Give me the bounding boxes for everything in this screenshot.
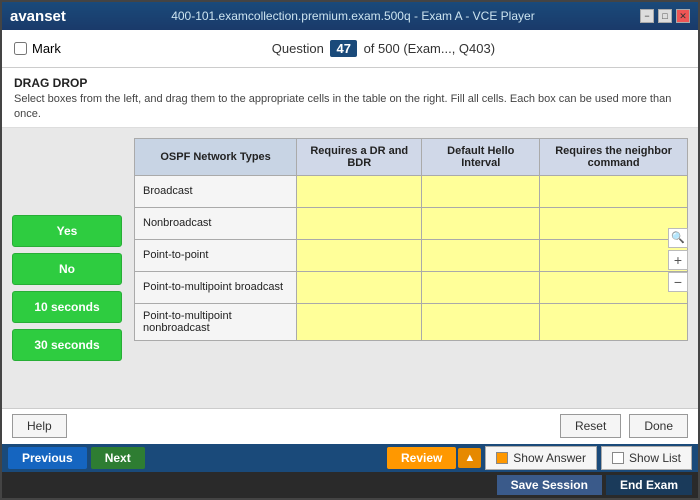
maximize-button[interactable]: □ — [658, 9, 672, 23]
row-label-ptp: Point-to-point — [135, 239, 297, 271]
question-number: 47 — [330, 40, 356, 57]
window-title: 400-101.examcollection.premium.exam.500q… — [171, 9, 535, 23]
answer-options-panel: Yes No 10 seconds 30 seconds — [12, 138, 122, 398]
previous-button[interactable]: Previous — [8, 447, 87, 469]
answer-option-10s[interactable]: 10 seconds — [12, 291, 122, 323]
question-area: DRAG DROP Select boxes from the left, an… — [2, 68, 698, 128]
drop-cell[interactable] — [540, 271, 688, 303]
show-list-button[interactable]: Show List — [601, 446, 692, 470]
drop-cell[interactable] — [297, 207, 422, 239]
question-type: DRAG DROP — [14, 76, 686, 90]
question-info: Question 47 of 500 (Exam..., Q403) — [81, 40, 686, 57]
close-button[interactable]: ✕ — [676, 9, 690, 23]
drop-cell[interactable] — [540, 303, 688, 340]
drop-cell[interactable] — [297, 303, 422, 340]
minimize-button[interactable]: − — [640, 9, 654, 23]
mark-label: Mark — [32, 41, 61, 56]
show-answer-label: Show Answer — [513, 451, 586, 465]
answer-option-no[interactable]: No — [12, 253, 122, 285]
review-arrow-button[interactable]: ▲ — [458, 448, 481, 468]
show-list-checkbox — [612, 452, 624, 464]
row-label-ptmp-nonbroadcast: Point-to-multipoint nonbroadcast — [135, 303, 297, 340]
end-exam-button[interactable]: End Exam — [606, 475, 692, 495]
logo-text: avan — [10, 8, 44, 25]
row-label-ptmp-broadcast: Point-to-multipoint broadcast — [135, 271, 297, 303]
drop-cell[interactable] — [540, 207, 688, 239]
title-bar: avanset 400-101.examcollection.premium.e… — [2, 2, 698, 30]
drop-table-container: OSPF Network Types Requires a DR and BDR… — [134, 138, 688, 398]
drop-cell[interactable] — [422, 271, 540, 303]
question-of: of 500 (Exam..., Q403) — [364, 41, 496, 56]
drop-cell[interactable] — [540, 239, 688, 271]
drop-table: OSPF Network Types Requires a DR and BDR… — [134, 138, 688, 341]
table-row: Broadcast — [135, 175, 688, 207]
header-row: Mark Question 47 of 500 (Exam..., Q403) — [2, 30, 698, 68]
question-instruction: Select boxes from the left, and drag the… — [14, 92, 686, 123]
zoom-controls: 🔍 + − — [668, 228, 688, 292]
answer-option-yes[interactable]: Yes — [12, 215, 122, 247]
drop-cell[interactable] — [422, 207, 540, 239]
action-bar: Save Session End Exam — [2, 472, 698, 498]
right-buttons: Reset Done — [560, 414, 688, 438]
answer-option-30s[interactable]: 30 seconds — [12, 329, 122, 361]
nav-bar: Previous Next Review ▲ Show Answer Show … — [2, 444, 698, 472]
mark-checkbox[interactable] — [14, 42, 27, 55]
drop-cell[interactable] — [422, 175, 540, 207]
question-label: Question — [272, 41, 324, 56]
drop-cell[interactable] — [540, 175, 688, 207]
drop-cell[interactable] — [297, 175, 422, 207]
drag-drop-layout: Yes No 10 seconds 30 seconds OSPF Networ… — [12, 138, 688, 398]
col-header-neighbor: Requires the neighbor command — [540, 138, 688, 175]
drop-cell[interactable] — [297, 271, 422, 303]
done-button[interactable]: Done — [629, 414, 688, 438]
next-button[interactable]: Next — [91, 447, 145, 469]
bottom-toolbar: Help Reset Done — [2, 408, 698, 444]
reset-button[interactable]: Reset — [560, 414, 621, 438]
table-row: Point-to-multipoint broadcast — [135, 271, 688, 303]
mark-container: Mark — [14, 41, 61, 56]
drop-cell[interactable] — [297, 239, 422, 271]
zoom-out-button[interactable]: − — [668, 272, 688, 292]
show-list-label: Show List — [629, 451, 681, 465]
table-row: Nonbroadcast — [135, 207, 688, 239]
zoom-in-button[interactable]: + — [668, 250, 688, 270]
col-header-hello: Default Hello Interval — [422, 138, 540, 175]
col-header-ospf: OSPF Network Types — [135, 138, 297, 175]
drop-cell[interactable] — [422, 239, 540, 271]
show-answer-checkbox — [496, 452, 508, 464]
window-controls: − □ ✕ — [640, 9, 690, 23]
row-label-nonbroadcast: Nonbroadcast — [135, 207, 297, 239]
row-label-broadcast: Broadcast — [135, 175, 297, 207]
main-content: 🔍 + − Yes No 10 seconds 30 seconds OSPF … — [2, 128, 698, 408]
save-session-button[interactable]: Save Session — [497, 475, 602, 495]
table-row: Point-to-multipoint nonbroadcast — [135, 303, 688, 340]
review-button[interactable]: Review — [387, 447, 456, 469]
help-button[interactable]: Help — [12, 414, 67, 438]
show-answer-button[interactable]: Show Answer — [485, 446, 597, 470]
logo-suffix: set — [44, 8, 66, 25]
drop-cell[interactable] — [422, 303, 540, 340]
table-row: Point-to-point — [135, 239, 688, 271]
zoom-search-icon[interactable]: 🔍 — [668, 228, 688, 248]
app-logo: avanset — [10, 8, 66, 25]
col-header-dr-bdr: Requires a DR and BDR — [297, 138, 422, 175]
